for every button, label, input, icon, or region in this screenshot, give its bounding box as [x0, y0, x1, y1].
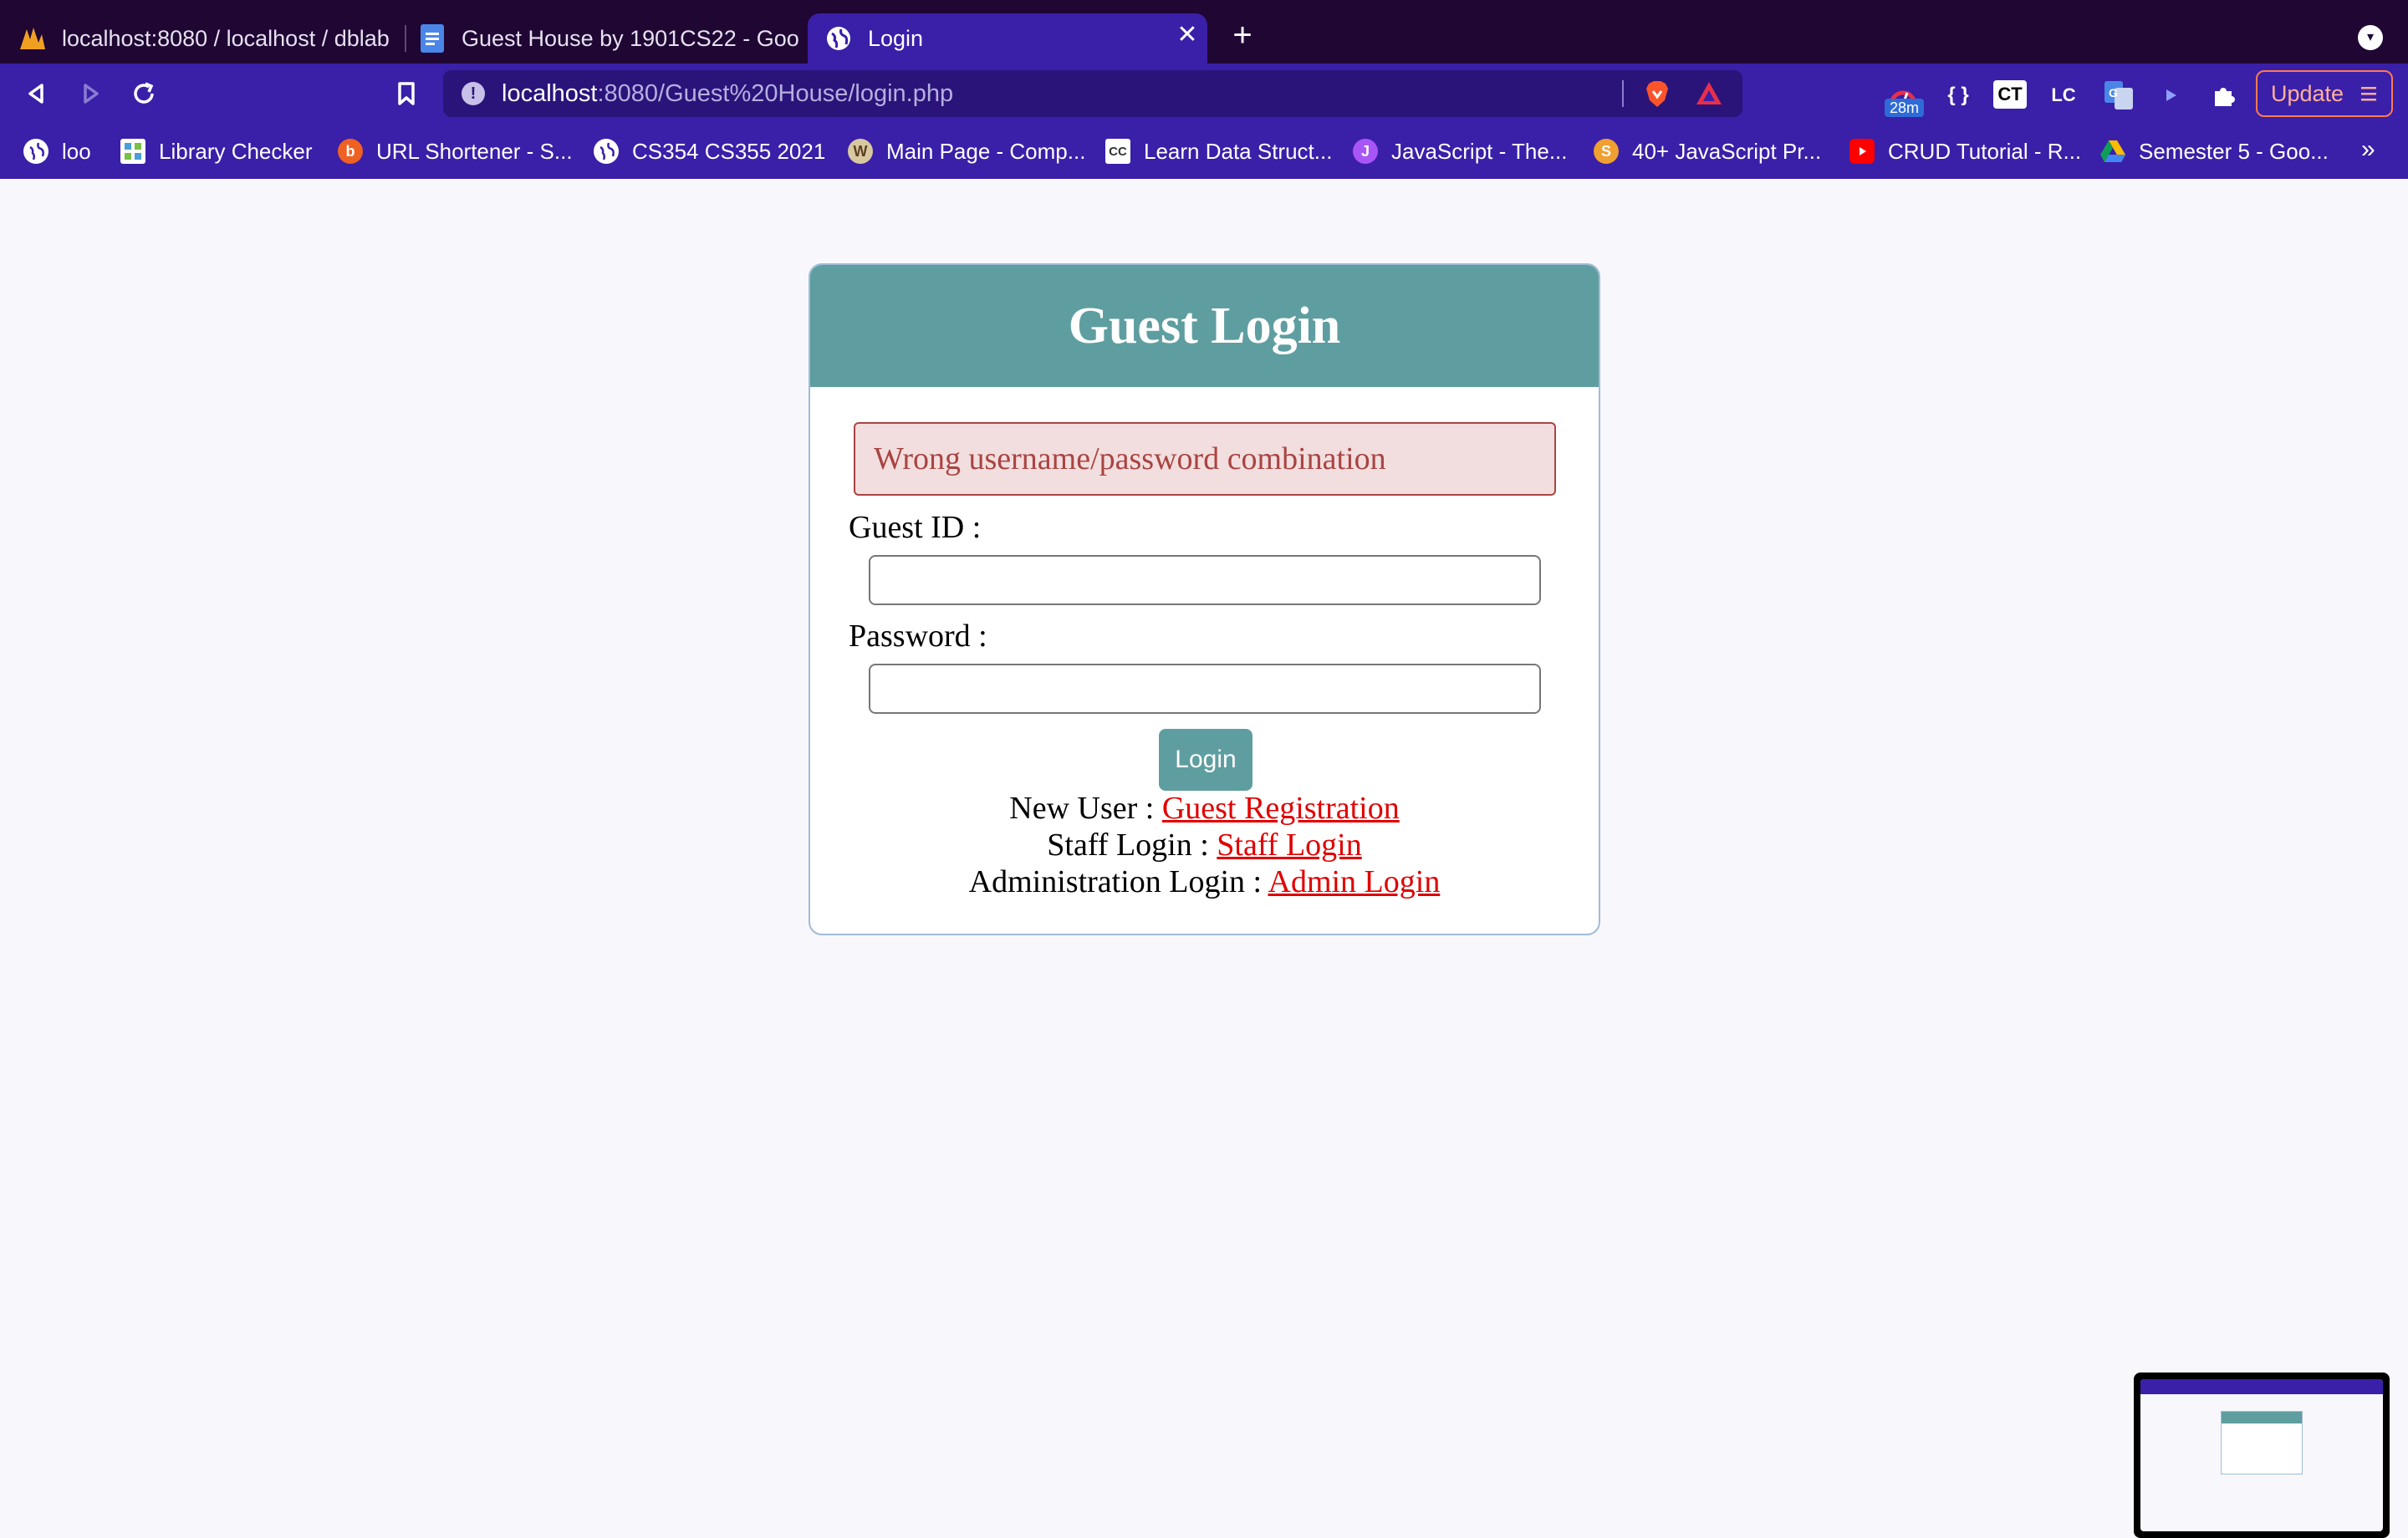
extensions-puzzle-icon[interactable]	[2207, 79, 2241, 112]
bookmark-item[interactable]: Semester 5 - Goo...	[2100, 135, 2329, 167]
guest-id-label: Guest ID :	[849, 510, 982, 545]
url-host: localhost	[502, 79, 598, 107]
password-input[interactable]	[869, 664, 1541, 714]
google-docs-icon	[418, 24, 446, 53]
globe-icon	[23, 139, 48, 164]
tab-google-docs[interactable]: Guest House by 1901CS22 - Google	[418, 13, 799, 64]
tab-phpmyadmin[interactable]: localhost:8080 / localhost / dblab /	[18, 13, 391, 64]
menu-icon	[2361, 87, 2376, 101]
bookmark-item[interactable]: loo	[23, 135, 91, 167]
more-bookmarks-button[interactable]: »	[2361, 135, 2375, 164]
close-tab-icon[interactable]: ✕	[1174, 22, 1201, 48]
thumbnail-card-header	[2222, 1412, 2302, 1423]
back-button[interactable]	[18, 75, 55, 112]
bookmarks-bar: loo Library Checker b URL Shortener - S.…	[0, 124, 2408, 179]
extension-badge: 28m	[1885, 99, 1925, 117]
bookmark-label: CS354 CS355 2021	[632, 138, 826, 164]
screenshot-thumbnail[interactable]	[2134, 1372, 2390, 1538]
guest-id-input[interactable]	[869, 555, 1541, 605]
bookmark-label: JavaScript - The...	[1391, 138, 1568, 164]
media-play-extension-icon[interactable]	[2154, 79, 2187, 112]
tab-title: localhost:8080 / localhost / dblab /	[62, 25, 391, 51]
bookmark-item[interactable]: J JavaScript - The...	[1353, 135, 1568, 167]
new-user-line: New User : Guest Registration	[810, 790, 1599, 827]
update-button[interactable]: Update	[2256, 70, 2393, 117]
tab-title: Guest House by 1901CS22 - Google	[462, 25, 799, 51]
bookmark-item[interactable]: Library Checker	[120, 135, 313, 167]
tab-login[interactable]: Login	[808, 13, 1207, 64]
bookmark-label: Learn Data Struct...	[1144, 138, 1333, 164]
back-arrow-icon	[28, 84, 43, 104]
bitly-icon: b	[338, 139, 363, 164]
site-info-icon[interactable]: !	[462, 82, 485, 105]
url-path: :8080/Guest%20House/login.php	[597, 79, 954, 107]
forward-button[interactable]	[72, 75, 109, 112]
leetcode-extension-icon[interactable]: LC	[2047, 79, 2080, 112]
google-translate-icon[interactable]: G	[2102, 79, 2135, 112]
new-tab-button[interactable]: +	[1226, 18, 1259, 52]
tab-search-menu-button[interactable]: ▾	[2358, 25, 2383, 50]
bookmark-item[interactable]: CS354 CS355 2021	[594, 135, 825, 167]
page-viewport: Guest Login Wrong username/password comb…	[0, 179, 2408, 1538]
login-card: Guest Login Wrong username/password comb…	[809, 263, 1600, 935]
wiki-icon: W	[848, 139, 873, 164]
bookmark-item[interactable]: CRUD Tutorial - R...	[1849, 135, 2081, 167]
reload-icon	[134, 82, 154, 104]
admin-login-line: Administration Login : Admin Login	[810, 863, 1599, 900]
javascript-icon: J	[1353, 139, 1378, 164]
password-label: Password :	[849, 619, 987, 654]
error-message: Wrong username/password combination	[854, 422, 1556, 496]
bookmark-label: CRUD Tutorial - R...	[1888, 138, 2082, 164]
omnibox-divider	[1622, 80, 1624, 107]
thumbnail-toolbar	[2140, 1379, 2383, 1394]
bookmark-button[interactable]	[388, 75, 425, 112]
tab-strip: localhost:8080 / localhost / dblab / Gue…	[0, 0, 2408, 64]
globe-icon	[594, 139, 619, 164]
bookmark-label: Semester 5 - Goo...	[2139, 138, 2329, 164]
bookmark-label: Library Checker	[159, 138, 313, 164]
staff-login-line: Staff Login : Staff Login	[810, 827, 1599, 863]
new-user-label: New User :	[1009, 791, 1162, 826]
tab-separator	[405, 25, 406, 52]
bookmark-item[interactable]: W Main Page - Comp...	[848, 135, 1085, 167]
guest-registration-link[interactable]: Guest Registration	[1162, 791, 1400, 826]
bookmark-label: Main Page - Comp...	[886, 138, 1086, 164]
forward-arrow-icon	[84, 84, 99, 104]
admin-login-label: Administration Login :	[968, 864, 1268, 899]
browser-toolbar: ! localhost:8080/Guest%20House/login.php…	[0, 64, 2408, 124]
admin-login-link[interactable]: Admin Login	[1268, 864, 1441, 899]
thumbnail-login-card	[2221, 1411, 2303, 1474]
bookmark-label: URL Shortener - S...	[376, 138, 573, 164]
svg-text:G: G	[2109, 86, 2118, 99]
bookmark-icon	[398, 82, 415, 105]
login-button[interactable]: Login	[1159, 729, 1252, 791]
json-viewer-extension-icon[interactable]: { }	[1941, 79, 1975, 112]
phpmyadmin-icon	[18, 24, 47, 53]
tab-title: Login	[868, 25, 924, 51]
google-drive-icon	[2100, 139, 2125, 164]
bookmark-label: 40+ JavaScript Pr...	[1632, 138, 1822, 164]
address-bar[interactable]: ! localhost:8080/Guest%20House/login.php	[443, 70, 1742, 117]
library-checker-icon	[120, 139, 145, 164]
cc-icon: CC	[1105, 139, 1130, 164]
bookmark-item[interactable]: b URL Shortener - S...	[338, 135, 573, 167]
brave-shields-icon[interactable]	[1642, 79, 1672, 109]
staff-login-link[interactable]: Staff Login	[1217, 828, 1361, 863]
projects-icon: S	[1594, 139, 1619, 164]
thumbnail-preview	[2140, 1379, 2383, 1531]
bookmark-item[interactable]: S 40+ JavaScript Pr...	[1594, 135, 1821, 167]
login-header: Guest Login	[810, 265, 1599, 387]
bookmark-label: loo	[62, 138, 91, 164]
update-label: Update	[2271, 80, 2344, 106]
staff-login-label: Staff Login :	[1047, 828, 1217, 863]
brave-rewards-icon[interactable]	[1694, 79, 1724, 109]
competitive-tracker-extension-icon[interactable]: CT	[1993, 80, 2027, 109]
globe-icon	[824, 24, 853, 53]
reload-button[interactable]	[125, 75, 162, 112]
bookmark-item[interactable]: CC Learn Data Struct...	[1105, 135, 1332, 167]
youtube-icon	[1849, 139, 1875, 164]
